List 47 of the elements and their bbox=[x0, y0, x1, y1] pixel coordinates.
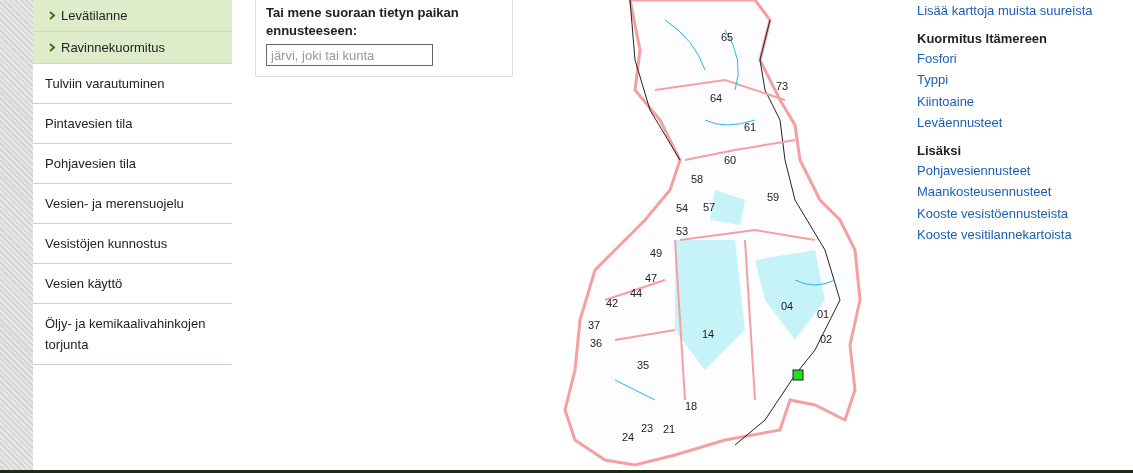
link[interactable]: Kooste vesistöennusteista bbox=[917, 202, 1093, 224]
map-region-number: 49 bbox=[649, 247, 663, 259]
menu-item[interactable]: Öljy- ja kemikaalivahinkojen torjunta bbox=[33, 304, 232, 365]
map-region-number: 61 bbox=[743, 121, 757, 133]
submenu-item[interactable]: Ravinnekuormitus bbox=[33, 32, 232, 64]
submenu-item[interactable]: Levätilanne bbox=[33, 0, 232, 32]
map-region-number: 44 bbox=[629, 287, 643, 299]
section-heading: Kuormitus Itämereen bbox=[917, 29, 1049, 48]
link[interactable]: Leväennusteet bbox=[917, 112, 1093, 134]
map-region-number: 21 bbox=[662, 423, 676, 435]
map-region-number: 14 bbox=[701, 328, 715, 340]
map-region-number: 59 bbox=[766, 191, 780, 203]
map-region-number: 42 bbox=[605, 297, 619, 309]
link[interactable]: Kooste vesitilannekartoista bbox=[917, 224, 1093, 246]
map-region-number: 02 bbox=[819, 333, 833, 345]
section-heading: Lisäksi bbox=[917, 141, 963, 160]
map-region-number: 60 bbox=[723, 154, 737, 166]
map-region-number: 53 bbox=[675, 225, 689, 237]
map-region-number: 73 bbox=[775, 80, 789, 92]
map-region-number: 35 bbox=[636, 359, 650, 371]
menu-item[interactable]: Tulviin varautuminen bbox=[33, 64, 232, 104]
link[interactable]: Typpi bbox=[917, 69, 1093, 91]
map-region-number: 04 bbox=[780, 300, 794, 312]
menu-item[interactable]: Pintavesien tila bbox=[33, 104, 232, 144]
map-region-number: 57 bbox=[702, 201, 716, 213]
more-maps-link[interactable]: Lisää karttoja muista suureista bbox=[917, 0, 1093, 22]
map-region-number: 64 bbox=[709, 92, 723, 104]
map-region-number: 58 bbox=[690, 173, 704, 185]
map-region-number: 01 bbox=[816, 308, 830, 320]
link[interactable]: Maankosteusennusteet bbox=[917, 181, 1093, 203]
map-region-number: 54 bbox=[675, 202, 689, 214]
search-label: Tai mene suoraan tietyn paikan ennusteeseen: bbox=[266, 4, 460, 40]
map-region-number: 47 bbox=[644, 272, 658, 284]
menu-item[interactable]: Pohjavesien tila bbox=[33, 144, 232, 184]
map-region-number: 65 bbox=[720, 31, 734, 43]
link[interactable]: Kiintoaine bbox=[917, 90, 1093, 112]
map-region-number: 18 bbox=[684, 400, 698, 412]
link[interactable]: Pohjavesiennusteet bbox=[917, 159, 1093, 181]
menu-item[interactable]: Vesistöjen kunnostus bbox=[33, 224, 232, 264]
map-region-number: 36 bbox=[589, 337, 603, 349]
menu-item[interactable]: Vesien käyttö bbox=[33, 264, 232, 304]
map-region-number: 23 bbox=[640, 422, 654, 434]
map-region-number: 37 bbox=[587, 319, 601, 331]
map-region-number: 24 bbox=[621, 431, 635, 443]
menu-item[interactable]: Vesien- ja merensuojelu bbox=[33, 184, 232, 224]
link[interactable]: Fosfori bbox=[917, 47, 1093, 69]
search-field[interactable]: järvi, joki tai kunta bbox=[266, 44, 433, 66]
